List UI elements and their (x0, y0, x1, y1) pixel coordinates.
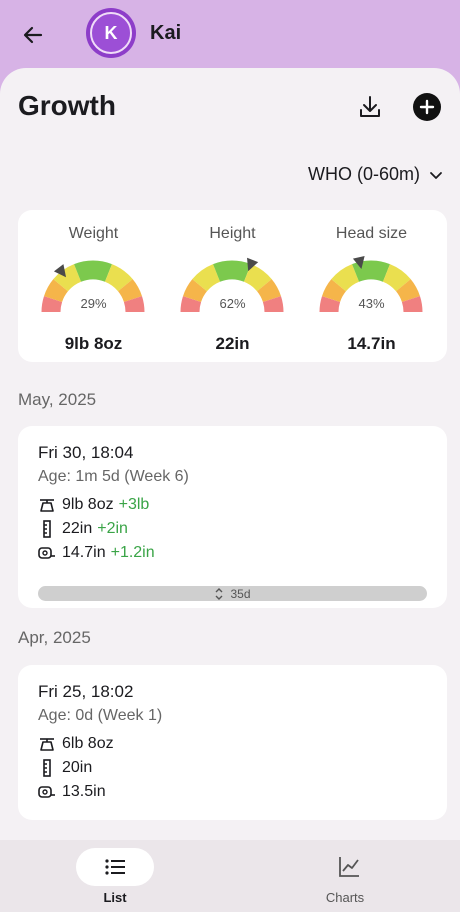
growth-standard-value: WHO (0-60m) (308, 164, 420, 184)
gauge-label: Weight (68, 225, 119, 242)
weight-delta: +3lb (118, 496, 150, 513)
weight-row: 9lb 8oz +3lb (38, 496, 149, 514)
gauge-band (192, 264, 221, 292)
gauge-label: Head size (335, 225, 408, 242)
weight-value: 6lb 8oz (62, 735, 114, 752)
height-value: 20in (62, 759, 93, 776)
weight-gauge: Weight 29% 9lb 8oz (22, 210, 165, 362)
scale-icon (38, 735, 56, 753)
gauge-value: 9lb 8oz (64, 334, 123, 353)
entry-age: Age: 0d (Week 1) (38, 707, 163, 724)
arrow-left-icon (23, 26, 43, 44)
add-measurement-button[interactable] (413, 93, 441, 121)
measurement-entry[interactable]: Fri 25, 18:02 Age: 0d (Week 1) 6lb 8oz 2… (18, 665, 447, 820)
gauge-band (352, 260, 390, 282)
interval-bar[interactable]: 35d (38, 586, 427, 601)
gauge-band (382, 264, 411, 292)
head-row: 14.7in +1.2in (38, 544, 155, 562)
weight-value: 9lb 8oz (62, 496, 114, 513)
nav-active-indicator (76, 848, 154, 886)
ruler-icon (38, 759, 56, 777)
percentile-gauges-card: Weight 29% 9lb 8oz Height 62% 22in Head … (18, 210, 447, 362)
download-button[interactable] (355, 92, 385, 122)
plus-icon (419, 99, 435, 115)
gauge-value: 14.7in (347, 334, 396, 353)
gauge-band (243, 264, 272, 292)
app-bar: K Kai (0, 0, 460, 72)
bottom-navigation: List Charts (0, 840, 460, 912)
nav-charts-tab[interactable]: Charts (230, 840, 460, 912)
entry-age: Age: 1m 5d (Week 6) (38, 468, 189, 485)
head-row: 13.5in (38, 783, 106, 801)
gauge-band (104, 264, 133, 292)
gauge-band (74, 260, 112, 282)
head-value: 13.5in (62, 783, 106, 800)
head-delta: +1.2in (110, 544, 155, 561)
expand-vertical-icon (215, 587, 223, 600)
gauge-percentile: 62% (219, 296, 246, 311)
tape-measure-icon (38, 783, 56, 801)
height-value: 22in (62, 520, 93, 537)
child-avatar[interactable]: K (86, 8, 136, 58)
weight-row: 6lb 8oz (38, 735, 114, 753)
nav-charts-label: Charts (325, 890, 365, 905)
head-size-gauge: Head size 43% 14.7in (300, 210, 443, 362)
tape-measure-icon (38, 544, 56, 562)
height-row: 22in +2in (38, 520, 128, 538)
chart-icon (334, 852, 364, 882)
entry-date: Fri 30, 18:04 (38, 443, 134, 462)
height-row: 20in (38, 759, 92, 777)
gauge-label: Height (209, 225, 256, 242)
content-sheet: Growth WHO (0-60m) Weight 29% 9lb 8oz He… (0, 68, 460, 912)
head-value: 14.7in (62, 544, 106, 561)
chevron-down-icon (430, 171, 442, 179)
gauge-band (331, 264, 360, 292)
interval-label: 35d (230, 586, 251, 601)
growth-standard-select[interactable]: WHO (0-60m) (308, 164, 444, 185)
nav-list-tab[interactable]: List (0, 840, 230, 912)
ruler-icon (38, 520, 56, 538)
page-title: Growth (18, 90, 116, 121)
month-header: May, 2025 (18, 390, 97, 409)
height-gauge: Height 62% 22in (161, 210, 304, 362)
gauge-percentile: 29% (80, 296, 107, 311)
measurement-entry[interactable]: Fri 30, 18:04 Age: 1m 5d (Week 6) 9lb 8o… (18, 426, 447, 608)
gauge-band (213, 260, 251, 282)
entry-date: Fri 25, 18:02 (38, 682, 134, 701)
scale-icon (38, 496, 56, 514)
gauge-percentile: 43% (358, 296, 385, 311)
child-name[interactable]: Kai (150, 22, 181, 45)
nav-list-label: List (103, 890, 127, 905)
avatar-initial: K (90, 12, 132, 54)
back-button[interactable] (18, 20, 48, 50)
month-header: Apr, 2025 (18, 628, 91, 647)
list-icon (105, 859, 125, 875)
height-delta: +2in (97, 520, 128, 537)
download-icon (360, 96, 380, 117)
gauge-value: 22in (215, 334, 250, 353)
